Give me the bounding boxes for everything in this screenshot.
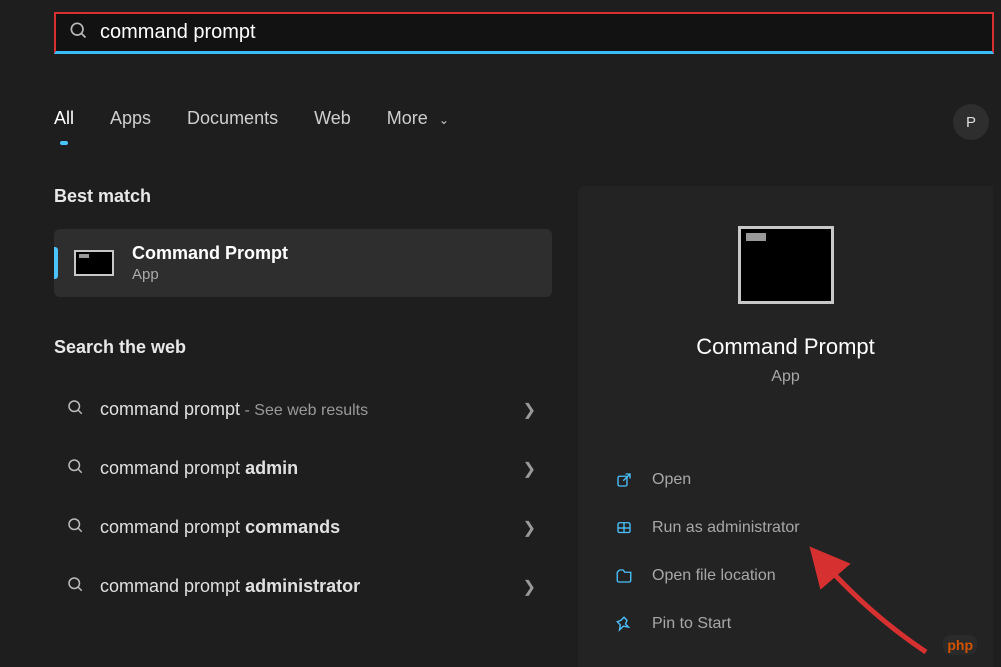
best-match-header: Best match <box>54 186 552 207</box>
pin-icon <box>614 614 634 634</box>
tab-more[interactable]: More ⌄ <box>387 108 449 143</box>
tab-documents[interactable]: Documents <box>187 108 278 143</box>
chevron-right-icon: ❯ <box>523 400 536 420</box>
chevron-down-icon: ⌄ <box>439 113 449 127</box>
avatar-initial: P <box>966 114 976 131</box>
shield-icon <box>614 518 634 538</box>
folder-icon <box>614 566 634 586</box>
tab-apps[interactable]: Apps <box>110 108 151 143</box>
avatar[interactable]: P <box>953 104 989 140</box>
search-web-header: Search the web <box>54 337 552 358</box>
app-type: App <box>602 368 969 386</box>
tab-all[interactable]: All <box>54 108 74 143</box>
actions-list: Open Run as administrator Open file loca… <box>602 456 969 648</box>
tabs: All Apps Documents Web More ⌄ <box>54 108 449 143</box>
cmd-large-icon <box>738 226 834 304</box>
action-open-location[interactable]: Open file location <box>606 552 969 600</box>
best-match-result[interactable]: Command Prompt App <box>54 229 552 297</box>
action-label: Open file location <box>652 567 776 585</box>
search-input[interactable] <box>100 21 980 44</box>
tab-web[interactable]: Web <box>314 108 351 143</box>
web-result[interactable]: command prompt administrator ❯ <box>54 557 552 616</box>
web-result-text: command prompt commands <box>100 517 507 538</box>
search-icon <box>68 20 88 45</box>
result-subtitle: App <box>132 266 288 283</box>
web-result-text: command prompt administrator <box>100 576 507 597</box>
action-label: Pin to Start <box>652 615 731 633</box>
web-result[interactable]: command prompt admin ❯ <box>54 439 552 498</box>
app-name: Command Prompt <box>602 334 969 360</box>
search-icon <box>66 516 84 539</box>
web-result-text: command prompt - See web results <box>100 399 507 420</box>
watermark: php <box>943 637 977 653</box>
selection-accent <box>54 247 58 279</box>
action-open[interactable]: Open <box>606 456 969 504</box>
search-icon <box>66 398 84 421</box>
web-result[interactable]: command prompt commands ❯ <box>54 498 552 557</box>
result-title: Command Prompt <box>132 243 288 264</box>
web-result[interactable]: command prompt - See web results ❯ <box>54 380 552 439</box>
cmd-icon <box>74 250 114 276</box>
search-icon <box>66 575 84 598</box>
chevron-right-icon: ❯ <box>523 459 536 479</box>
search-icon <box>66 457 84 480</box>
web-result-text: command prompt admin <box>100 458 507 479</box>
chevron-right-icon: ❯ <box>523 577 536 597</box>
results-column: Best match Command Prompt App Search the… <box>54 186 552 616</box>
chevron-right-icon: ❯ <box>523 518 536 538</box>
open-icon <box>614 470 634 490</box>
search-bar[interactable] <box>54 12 994 54</box>
action-pin-start[interactable]: Pin to Start <box>606 600 969 648</box>
tab-more-label: More <box>387 108 428 128</box>
details-panel: Command Prompt App Open Run as administr… <box>578 186 993 667</box>
action-label: Open <box>652 471 691 489</box>
action-run-admin[interactable]: Run as administrator <box>606 504 969 552</box>
action-label: Run as administrator <box>652 519 800 537</box>
